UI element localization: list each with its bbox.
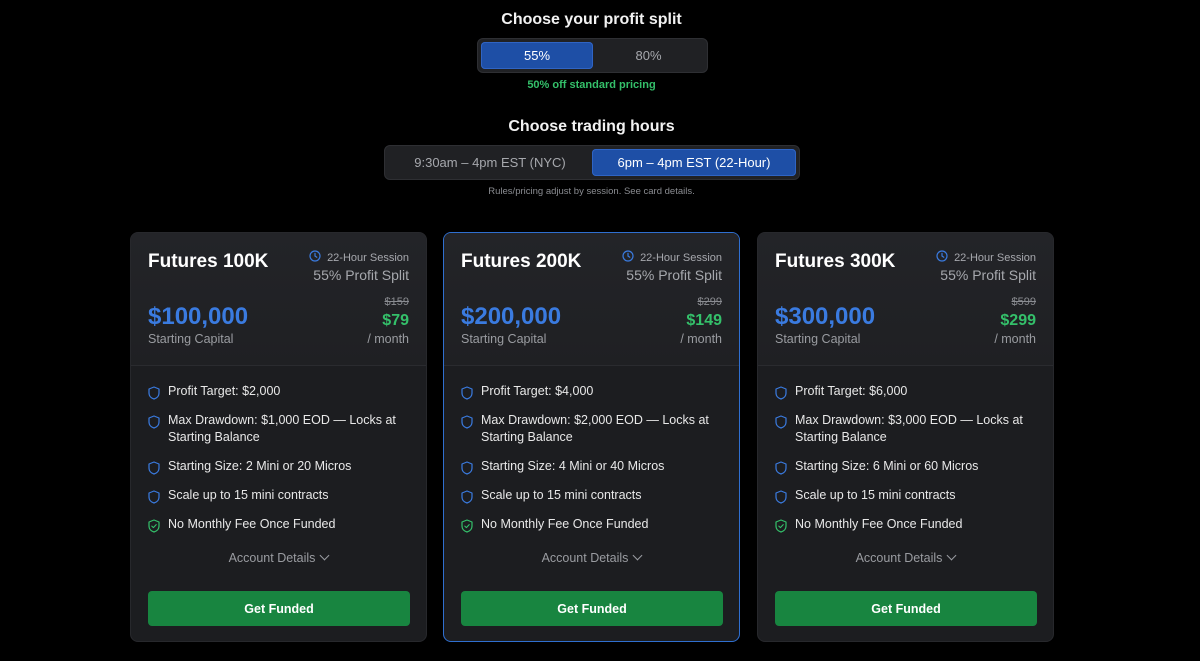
feature-text: Starting Size: 6 Mini or 60 Micros bbox=[795, 459, 979, 473]
profit-split-label: 55% Profit Split bbox=[626, 267, 722, 283]
session-label: 22-Hour Session bbox=[622, 250, 722, 265]
feature-list: Profit Target: $2,000 Max Drawdown: $1,00… bbox=[148, 383, 410, 545]
plan-card: Futures 300K 22-Hour Session 55% Profit Sp… bbox=[757, 232, 1054, 642]
account-details-toggle[interactable]: Account Details bbox=[131, 550, 426, 565]
plan-card: Futures 100K 22-Hour Session 55% Profit Sp… bbox=[130, 232, 427, 642]
session-label: 22-Hour Session bbox=[936, 250, 1036, 265]
profit-split-toggle: 55% 80% bbox=[477, 38, 708, 73]
card-header: Futures 300K 22-Hour Session 55% Profit Sp… bbox=[758, 233, 1053, 366]
get-funded-button[interactable]: Get Funded bbox=[461, 591, 723, 626]
feature-item: Max Drawdown: $1,000 EOD — Locks at Star… bbox=[148, 412, 410, 446]
discounted-price: $79 bbox=[382, 312, 409, 329]
feature-item: No Monthly Fee Once Funded bbox=[461, 516, 723, 533]
session-label: 22-Hour Session bbox=[309, 250, 409, 265]
feature-item: Starting Size: 4 Mini or 40 Micros bbox=[461, 458, 723, 475]
get-funded-button[interactable]: Get Funded bbox=[148, 591, 410, 626]
trading-hours-option-nyc[interactable]: 9:30am – 4pm EST (NYC) bbox=[388, 149, 592, 176]
feature-text: Max Drawdown: $3,000 EOD — Locks at Star… bbox=[795, 413, 1023, 444]
feature-text: Scale up to 15 mini contracts bbox=[168, 488, 329, 502]
original-price: $299 bbox=[697, 296, 722, 308]
session-text: 22-Hour Session bbox=[954, 251, 1036, 264]
starting-capital-label: Starting Capital bbox=[775, 332, 861, 346]
starting-capital: $200,000 bbox=[461, 303, 562, 330]
feature-text: Scale up to 15 mini contracts bbox=[795, 488, 956, 502]
chevron-down-icon bbox=[632, 550, 643, 561]
card-header: Futures 200K 22-Hour Session 55% Profit Sp… bbox=[444, 233, 739, 366]
account-details-label: Account Details bbox=[228, 551, 316, 565]
feature-text: Profit Target: $4,000 bbox=[481, 384, 594, 398]
original-price: $599 bbox=[1011, 296, 1036, 308]
clock-icon bbox=[622, 250, 634, 265]
feature-item: Profit Target: $4,000 bbox=[461, 383, 723, 400]
starting-capital: $100,000 bbox=[148, 303, 249, 330]
starting-capital: $300,000 bbox=[775, 303, 876, 330]
feature-item: No Monthly Fee Once Funded bbox=[148, 516, 410, 533]
get-funded-button[interactable]: Get Funded bbox=[775, 591, 1037, 626]
feature-text: Max Drawdown: $1,000 EOD — Locks at Star… bbox=[168, 413, 396, 444]
discount-note: 50% off standard pricing bbox=[527, 79, 656, 91]
starting-capital-label: Starting Capital bbox=[148, 332, 234, 346]
trading-hours-toggle: 9:30am – 4pm EST (NYC) 6pm – 4pm EST (22… bbox=[384, 145, 800, 180]
profit-split-option-80[interactable]: 80% bbox=[593, 42, 704, 69]
profit-split-option-55[interactable]: 55% bbox=[481, 42, 593, 69]
feature-text: Scale up to 15 mini contracts bbox=[481, 488, 642, 502]
card-title: Futures 300K bbox=[775, 251, 896, 272]
trading-hours-title: Choose trading hours bbox=[508, 118, 675, 135]
account-details-label: Account Details bbox=[541, 551, 629, 565]
feature-item: Scale up to 15 mini contracts bbox=[148, 487, 410, 504]
plan-card: Futures 200K 22-Hour Session 55% Profit Sp… bbox=[443, 232, 740, 642]
profit-split-label: 55% Profit Split bbox=[313, 267, 409, 283]
feature-text: Max Drawdown: $2,000 EOD — Locks at Star… bbox=[481, 413, 709, 444]
feature-item: Starting Size: 2 Mini or 20 Micros bbox=[148, 458, 410, 475]
chevron-down-icon bbox=[319, 550, 330, 561]
feature-text: Starting Size: 2 Mini or 20 Micros bbox=[168, 459, 352, 473]
feature-text: Starting Size: 4 Mini or 40 Micros bbox=[481, 459, 665, 473]
billing-period: / month bbox=[680, 332, 722, 346]
billing-period: / month bbox=[367, 332, 409, 346]
profit-split-label: 55% Profit Split bbox=[940, 267, 1036, 283]
card-header: Futures 100K 22-Hour Session 55% Profit Sp… bbox=[131, 233, 426, 366]
account-details-label: Account Details bbox=[855, 551, 943, 565]
discounted-price: $299 bbox=[1000, 312, 1036, 329]
session-text: 22-Hour Session bbox=[640, 251, 722, 264]
session-note: Rules/pricing adjust by session. See car… bbox=[488, 186, 695, 197]
feature-list: Profit Target: $6,000 Max Drawdown: $3,00… bbox=[775, 383, 1037, 545]
feature-item: Starting Size: 6 Mini or 60 Micros bbox=[775, 458, 1037, 475]
feature-text: No Monthly Fee Once Funded bbox=[795, 517, 963, 531]
card-title: Futures 200K bbox=[461, 251, 582, 272]
feature-item: Max Drawdown: $2,000 EOD — Locks at Star… bbox=[461, 412, 723, 446]
clock-icon bbox=[309, 250, 321, 265]
trading-hours-option-22-hour[interactable]: 6pm – 4pm EST (22-Hour) bbox=[592, 149, 796, 176]
clock-icon bbox=[936, 250, 948, 265]
feature-item: Profit Target: $2,000 bbox=[148, 383, 410, 400]
chevron-down-icon bbox=[946, 550, 957, 561]
feature-text: Profit Target: $6,000 bbox=[795, 384, 908, 398]
account-details-toggle[interactable]: Account Details bbox=[758, 550, 1053, 565]
billing-period: / month bbox=[994, 332, 1036, 346]
feature-item: Profit Target: $6,000 bbox=[775, 383, 1037, 400]
discounted-price: $149 bbox=[686, 312, 722, 329]
profit-split-title: Choose your profit split bbox=[501, 11, 682, 28]
account-details-toggle[interactable]: Account Details bbox=[444, 550, 739, 565]
feature-item: Max Drawdown: $3,000 EOD — Locks at Star… bbox=[775, 412, 1037, 446]
session-text: 22-Hour Session bbox=[327, 251, 409, 264]
starting-capital-label: Starting Capital bbox=[461, 332, 547, 346]
feature-item: Scale up to 15 mini contracts bbox=[461, 487, 723, 504]
original-price: $159 bbox=[384, 296, 409, 308]
card-title: Futures 100K bbox=[148, 251, 269, 272]
feature-item: No Monthly Fee Once Funded bbox=[775, 516, 1037, 533]
feature-text: No Monthly Fee Once Funded bbox=[168, 517, 336, 531]
feature-item: Scale up to 15 mini contracts bbox=[775, 487, 1037, 504]
feature-text: No Monthly Fee Once Funded bbox=[481, 517, 649, 531]
feature-list: Profit Target: $4,000 Max Drawdown: $2,00… bbox=[461, 383, 723, 545]
feature-text: Profit Target: $2,000 bbox=[168, 384, 281, 398]
